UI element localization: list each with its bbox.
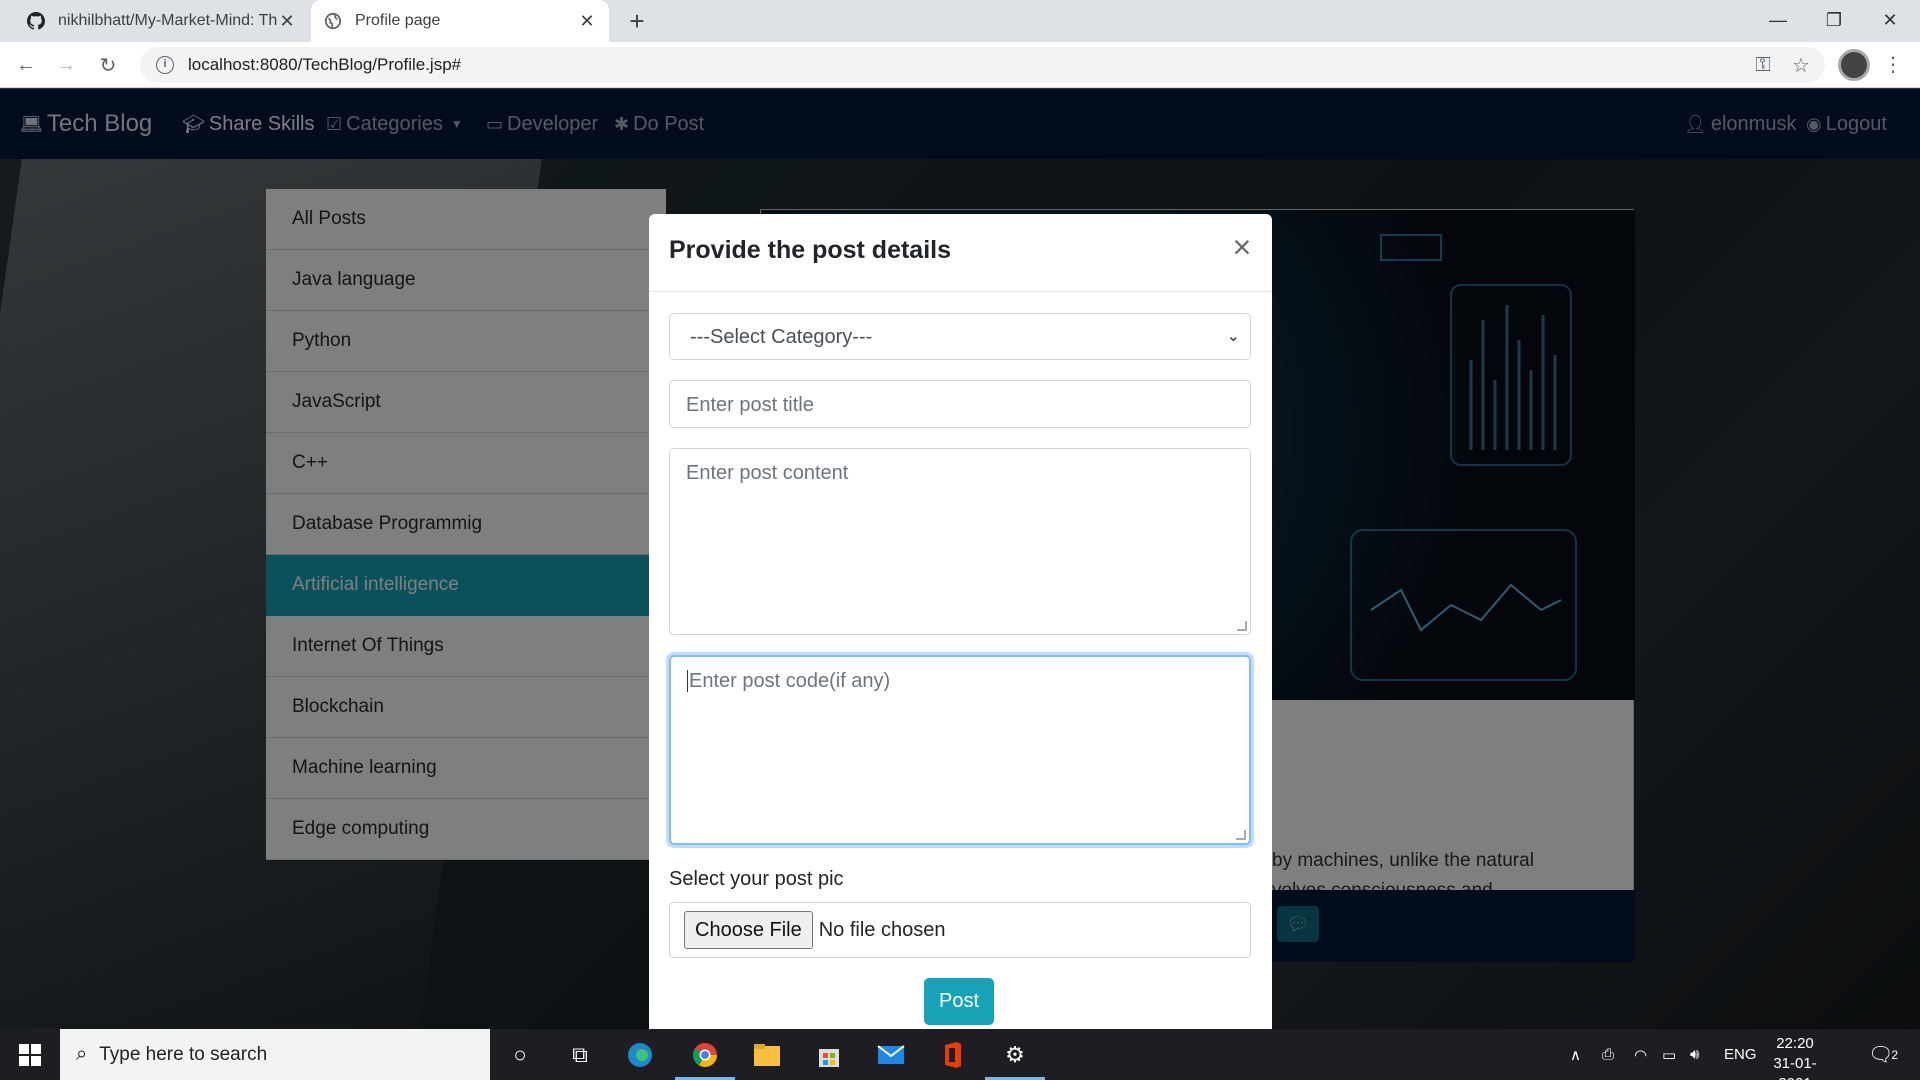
post-pic-file-input[interactable]: Choose File No file chosen	[669, 902, 1251, 958]
cortana-icon[interactable]: ○	[490, 1029, 550, 1080]
office-icon[interactable]	[923, 1029, 983, 1080]
close-window-icon[interactable]: ✕	[1862, 0, 1918, 40]
taskbar-search-placeholder: Type here to search	[99, 1043, 268, 1065]
language-indicator[interactable]: ENG	[1724, 1029, 1757, 1080]
post-content-textarea[interactable]: Enter post content	[669, 448, 1251, 635]
minimize-icon[interactable]: —	[1750, 0, 1806, 40]
clock-date: 31-01-2021	[1773, 1055, 1817, 1080]
forward-icon[interactable]: →	[50, 49, 82, 81]
taskbar-search[interactable]: ⌕ Type here to search	[60, 1029, 490, 1080]
category-select[interactable]: ---Select Category--- ⌄	[669, 313, 1251, 360]
github-icon	[26, 11, 46, 31]
post-details-modal: Provide the post details × ---Select Cat…	[649, 214, 1272, 1029]
globe-icon	[323, 11, 343, 31]
battery-icon[interactable]: ▭	[1662, 1029, 1676, 1080]
modal-title: Provide the post details	[669, 236, 952, 264]
chrome-icon[interactable]	[675, 1029, 735, 1080]
close-tab-icon[interactable]: ✕	[277, 11, 297, 31]
post-code-placeholder: Enter post code(if any)	[687, 670, 891, 692]
menu-icon[interactable]: ⋮	[1880, 52, 1906, 78]
tab-github[interactable]: nikhilbhatt/My-Market-Mind: Thi ✕	[14, 0, 309, 42]
tab-label: Profile page	[355, 12, 441, 29]
wifi-icon[interactable]: ◠	[1634, 1029, 1647, 1080]
app-gear-icon[interactable]: ⚙	[985, 1029, 1045, 1080]
edge-icon[interactable]	[610, 1029, 670, 1080]
chevron-down-icon: ⌄	[1226, 328, 1240, 345]
windows-taskbar: ⌕ Type here to search ○ ⧉ ⚙ ∧ ⎙ ◠ ▭ 🔊︎ E…	[0, 1029, 1920, 1080]
volume-icon[interactable]: 🔊︎	[1690, 1029, 1699, 1080]
resize-handle[interactable]	[1237, 621, 1247, 631]
file-explorer-icon[interactable]	[737, 1029, 797, 1080]
tray-chevron-up-icon[interactable]: ∧	[1570, 1029, 1581, 1080]
key-icon[interactable]: ⚿	[1750, 52, 1776, 78]
url-text: localhost:8080/TechBlog/Profile.jsp#	[188, 55, 462, 74]
reload-icon[interactable]: ↻	[92, 49, 124, 81]
post-button[interactable]: Post	[924, 978, 994, 1025]
close-tab-icon[interactable]: ✕	[577, 11, 597, 31]
modal-header: Provide the post details ×	[649, 214, 1272, 292]
post-title-input[interactable]: Enter post title	[669, 380, 1251, 428]
profile-avatar[interactable]	[1838, 49, 1870, 81]
post-code-textarea[interactable]: Enter post code(if any)	[669, 655, 1251, 845]
tab-label: nikhilbhatt/My-Market-Mind: Thi	[58, 12, 277, 29]
tab-profile-page[interactable]: Profile page ✕	[311, 0, 609, 42]
post-pic-label: Select your post pic	[669, 868, 844, 890]
clock-time: 22:20	[1776, 1035, 1814, 1052]
windows-start-icon[interactable]	[0, 1029, 60, 1080]
post-content-placeholder: Enter post content	[686, 462, 849, 484]
browser-toolbar: ← → ↻ i localhost:8080/TechBlog/Profile.…	[0, 42, 1920, 88]
address-bar[interactable]: i localhost:8080/TechBlog/Profile.jsp#	[140, 47, 1825, 83]
star-icon[interactable]: ☆	[1788, 52, 1814, 78]
back-icon[interactable]: ←	[10, 49, 42, 81]
page-content: 💻︎ Tech Blog 🎓︎ Share Skills ☑ Categorie…	[0, 89, 1920, 1029]
new-tab-button[interactable]: +	[622, 6, 652, 36]
notification-count: 2	[1891, 1047, 1899, 1062]
restore-icon[interactable]: ❐	[1806, 0, 1862, 40]
site-info-icon[interactable]: i	[156, 56, 174, 74]
resize-handle[interactable]	[1236, 830, 1246, 840]
browser-tab-bar: nikhilbhatt/My-Market-Mind: Thi ✕ Profil…	[0, 0, 1920, 42]
notifications-icon[interactable]: 🗨︎ 2	[1868, 1029, 1898, 1080]
post-title-placeholder: Enter post title	[686, 394, 814, 416]
tray-device-icon[interactable]: ⎙	[1602, 1029, 1614, 1080]
file-status: No file chosen	[818, 918, 946, 941]
store-icon[interactable]	[799, 1029, 859, 1080]
close-icon[interactable]: ×	[1227, 230, 1257, 264]
choose-file-button[interactable]: Choose File	[684, 911, 813, 949]
search-icon: ⌕	[76, 1043, 88, 1065]
task-view-icon[interactable]: ⧉	[550, 1029, 610, 1080]
mail-icon[interactable]	[861, 1029, 921, 1080]
category-select-value: ---Select Category---	[690, 326, 873, 348]
clock[interactable]: 22:20 31-01-2021	[1760, 1034, 1830, 1080]
